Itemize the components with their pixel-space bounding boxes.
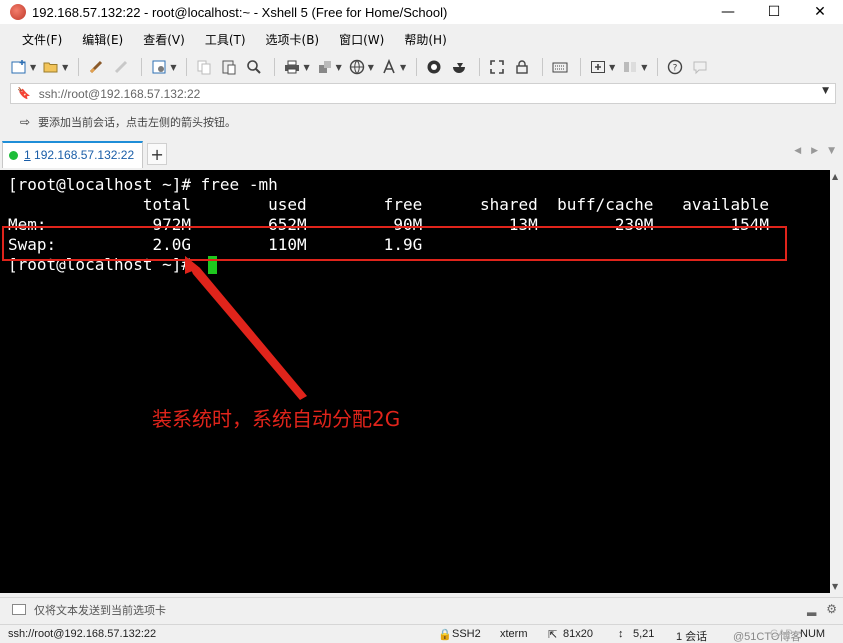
status-address: ssh://root@192.168.57.132:22: [8, 628, 157, 640]
menu-help[interactable]: 帮助(H): [394, 31, 456, 48]
keyboard-icon[interactable]: [549, 56, 571, 78]
chevron-down-icon[interactable]: ▼: [641, 63, 647, 72]
cursor-position-icon: ↕: [618, 628, 624, 640]
session-hint-bar: ⇨ 要添加当前会话，点击左侧的箭头按钮。: [10, 110, 836, 134]
tab-number: 1: [24, 148, 31, 162]
new-tab-button[interactable]: +: [147, 143, 168, 165]
chevron-down-icon[interactable]: ▼: [336, 63, 342, 72]
connect-icon[interactable]: [85, 56, 107, 78]
window-controls: — ☐ ✕: [705, 0, 843, 24]
properties-icon[interactable]: [148, 56, 170, 78]
connected-status-icon: [9, 150, 18, 160]
tab-host: 192.168.57.132:22: [30, 148, 135, 162]
tab-session[interactable]: 1 192.168.57.132:22: [2, 140, 144, 168]
scroll-down-icon[interactable]: ▼: [832, 582, 838, 591]
toolbar-divider: [141, 58, 143, 76]
close-button[interactable]: ✕: [797, 0, 843, 24]
chat-icon[interactable]: [689, 56, 711, 78]
status-size: 81x20: [563, 628, 593, 640]
print-icon[interactable]: [281, 56, 303, 78]
add-session-arrow-icon[interactable]: ⇨: [20, 115, 30, 129]
xftp-icon[interactable]: [448, 56, 470, 78]
compose-icon[interactable]: [12, 604, 26, 615]
lock-icon[interactable]: [511, 56, 533, 78]
toolbar-divider: [274, 58, 276, 76]
terminal-scrollbar[interactable]: ▲ ▼: [830, 170, 843, 593]
chevron-left-icon[interactable]: ◀: [794, 146, 801, 156]
toolbar-divider: [580, 58, 582, 76]
send-text-bar[interactable]: 仅将文本发送到当前选项卡 ▂ ⚙: [0, 597, 843, 621]
bookmark-icon[interactable]: 🔖: [17, 87, 31, 100]
minimize-bar-icon[interactable]: ▂: [807, 602, 816, 616]
chevron-down-icon[interactable]: ▼: [609, 63, 615, 72]
menu-tools[interactable]: 工具(T): [195, 31, 256, 48]
address-text[interactable]: ssh://root@192.168.57.132:22: [39, 87, 201, 101]
menu-view[interactable]: 查看(V): [133, 31, 195, 48]
new-session-icon[interactable]: [8, 56, 30, 78]
window-title: 192.168.57.132:22 - root@localhost:~ - X…: [32, 4, 448, 20]
session-hint-text: 要添加当前会话，点击左侧的箭头按钮。: [38, 116, 237, 129]
toolbar-divider: [416, 58, 418, 76]
layout-icon[interactable]: [619, 56, 641, 78]
menu-bar: 文件(F) 编辑(E) 查看(V) 工具(T) 选项卡(B) 窗口(W) 帮助(…: [0, 28, 843, 50]
find-icon[interactable]: [243, 56, 265, 78]
chevron-down-icon[interactable]: ▼: [400, 63, 406, 72]
xshell-icon[interactable]: [423, 56, 445, 78]
xshell-app-icon: [10, 4, 26, 20]
transfer-icon[interactable]: [314, 56, 336, 78]
paste-icon[interactable]: [218, 56, 240, 78]
minimize-button[interactable]: —: [705, 0, 751, 24]
menu-file[interactable]: 文件(F): [12, 31, 72, 48]
toolbar-divider: [657, 58, 659, 76]
menu-tabs[interactable]: 选项卡(B): [256, 31, 330, 48]
add-tab-icon[interactable]: [587, 56, 609, 78]
font-icon[interactable]: [378, 56, 400, 78]
disconnect-icon[interactable]: [110, 56, 132, 78]
chevron-down-icon[interactable]: ▼: [303, 63, 309, 72]
address-bar[interactable]: 🔖 ssh://root@192.168.57.132:22 ▼: [10, 83, 836, 104]
send-bar-controls: ▂ ⚙: [807, 602, 837, 616]
status-caps: CAP: [770, 628, 793, 640]
globe-icon[interactable]: [346, 56, 368, 78]
status-position: 5,21: [633, 628, 655, 640]
lock-icon: 🔒: [438, 629, 452, 641]
status-term: xterm: [500, 628, 528, 640]
terminal-line: total used free shared buff/cache availa…: [8, 195, 769, 214]
status-num: NUM: [800, 628, 826, 640]
status-sessions: 1 会话: [676, 631, 708, 643]
chevron-right-icon[interactable]: ▶: [811, 146, 818, 156]
tab-navigation: ◀ ▶ ▼: [794, 146, 835, 156]
scroll-up-icon[interactable]: ▲: [832, 172, 838, 181]
chevron-down-icon[interactable]: ▼: [170, 63, 176, 72]
chevron-down-icon[interactable]: ▼: [62, 63, 68, 72]
menu-edit[interactable]: 编辑(E): [72, 31, 133, 48]
chevron-down-icon[interactable]: ▼: [368, 63, 374, 72]
chevron-down-icon[interactable]: ▼: [30, 63, 36, 72]
toolbar-divider: [186, 58, 188, 76]
toolbar-divider: [542, 58, 544, 76]
tab-label[interactable]: 1 192.168.57.132:22: [24, 148, 134, 162]
help-icon[interactable]: ?: [664, 56, 686, 78]
chevron-down-icon[interactable]: ▼: [828, 146, 835, 156]
options-icon[interactable]: ⚙: [826, 602, 837, 616]
fullscreen-icon[interactable]: [486, 56, 508, 78]
maximize-button[interactable]: ☐: [751, 0, 797, 24]
toolbar-divider: [479, 58, 481, 76]
menu-window[interactable]: 窗口(W): [329, 31, 394, 48]
chevron-down-icon[interactable]: ▼: [822, 86, 829, 96]
annotation-text: 装系统时，系统自动分配2G: [152, 407, 401, 431]
send-text-label: 仅将文本发送到当前选项卡: [34, 603, 166, 617]
terminal-line: [root@localhost ~]# free -mh: [8, 175, 278, 194]
svg-text:?: ?: [673, 64, 678, 74]
status-protocol: SSH2: [452, 628, 481, 640]
tab-bar: 1 192.168.57.132:22 + ◀ ▶ ▼: [0, 140, 843, 168]
copy-icon[interactable]: [193, 56, 215, 78]
toolbar-divider: [78, 58, 80, 76]
title-bar: 192.168.57.132:22 - root@localhost:~ - X…: [0, 0, 843, 24]
resize-icon: ⇱: [548, 629, 558, 641]
open-folder-icon[interactable]: [40, 56, 62, 78]
status-bar: ssh://root@192.168.57.132:22 🔒 SSH2 xter…: [0, 624, 843, 643]
toolbar: ▼ ▼ ▼ ▼ ▼ ▼ ▼ ▼ ▼ ?: [8, 54, 838, 80]
swap-highlight-box: [2, 226, 787, 261]
